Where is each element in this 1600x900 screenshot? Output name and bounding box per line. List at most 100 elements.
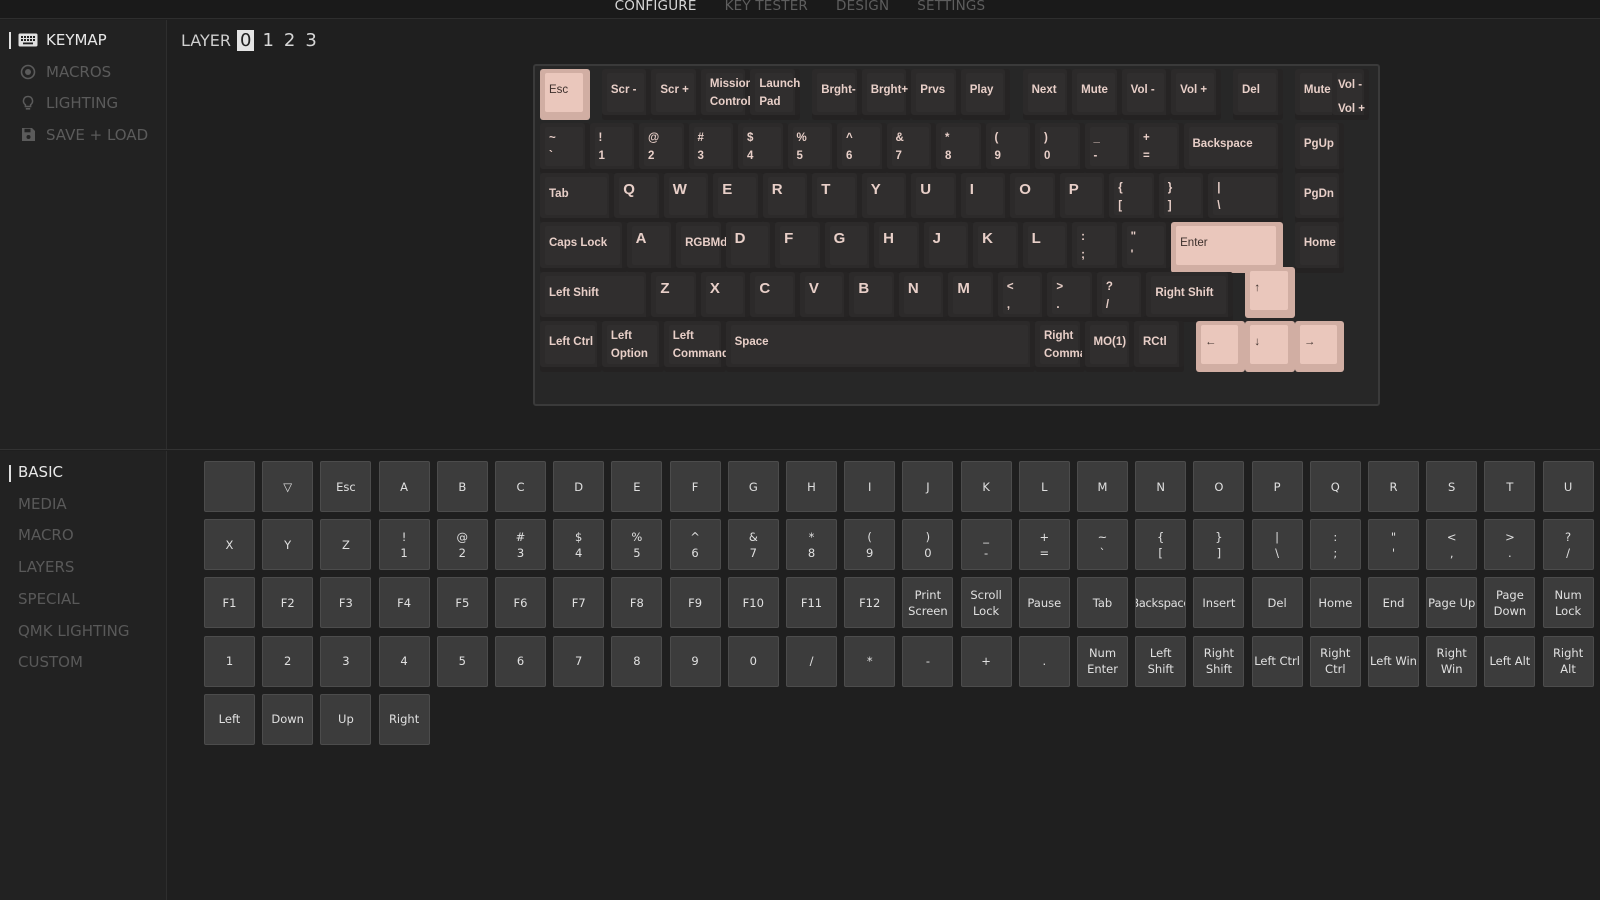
- keyboard-key[interactable]: W: [663, 172, 714, 224]
- keycode-button[interactable]: Right Shift: [1193, 635, 1245, 687]
- keyboard-key[interactable]: ^ 6: [837, 123, 887, 174]
- keyboard-key[interactable]: P: [1059, 172, 1110, 224]
- keycode-button[interactable]: " ': [1368, 519, 1419, 571]
- keyboard-key[interactable]: _ -: [1084, 123, 1134, 174]
- keycode-button[interactable]: B: [436, 461, 488, 512]
- layer-3-button[interactable]: 3: [303, 30, 318, 51]
- keyboard-key[interactable]: PgUp: [1294, 123, 1345, 174]
- keycode-button[interactable]: : ;: [1309, 519, 1361, 571]
- keyboard-key[interactable]: O: [1010, 172, 1060, 224]
- tab-design[interactable]: DESIGN: [836, 0, 889, 18]
- keycode-button[interactable]: 7: [553, 635, 605, 687]
- keycode-button[interactable]: Z: [320, 519, 372, 571]
- keyboard-key[interactable]: Space: [725, 321, 1035, 372]
- keycode-button[interactable]: I: [844, 461, 896, 512]
- layer-0-button[interactable]: 0: [236, 30, 255, 51]
- keyboard-key[interactable]: Next: [1022, 69, 1073, 120]
- keycode-button[interactable]: } ]: [1193, 519, 1245, 571]
- keyboard-key[interactable]: ↓: [1245, 321, 1295, 372]
- keycode-button[interactable]: Q: [1309, 461, 1361, 512]
- keyboard-key[interactable]: : ;: [1072, 222, 1122, 273]
- sidebar-item-macros[interactable]: MACROS: [18, 63, 111, 81]
- category-custom[interactable]: CUSTOM: [18, 653, 83, 671]
- keyboard-key[interactable]: & 7: [886, 123, 936, 174]
- keycode-button[interactable]: A: [378, 461, 430, 512]
- keyboard-key[interactable]: Scr -: [601, 69, 652, 120]
- keycode-button[interactable]: Left Shift: [1135, 635, 1187, 687]
- tab-key-tester[interactable]: KEY TESTER: [725, 0, 808, 18]
- keyboard-key[interactable]: + =: [1134, 123, 1184, 174]
- keycode-button[interactable]: 0: [727, 635, 779, 687]
- category-macro[interactable]: MACRO: [18, 526, 74, 544]
- keycode-button[interactable]: Page Up: [1426, 577, 1478, 629]
- keyboard-key[interactable]: R: [762, 172, 813, 224]
- keycode-button[interactable]: Down: [262, 693, 314, 745]
- keycode-button[interactable]: ! 1: [378, 519, 430, 571]
- keyboard-key[interactable]: Brght-: [812, 69, 862, 120]
- keycode-button[interactable]: H: [786, 461, 837, 512]
- keycode-button[interactable]: Left: [204, 693, 255, 745]
- tab-configure[interactable]: CONFIGURE: [615, 0, 697, 18]
- keyboard-key[interactable]: Backspace: [1183, 123, 1283, 174]
- keyboard-key[interactable]: Left Ctrl: [540, 321, 602, 372]
- keycode-button[interactable]: F11: [786, 577, 837, 629]
- layer-2-button[interactable]: 2: [282, 30, 297, 51]
- sidebar-item-lighting[interactable]: LIGHTING: [18, 94, 118, 112]
- keycode-button[interactable]: End: [1368, 577, 1419, 629]
- category-layers[interactable]: LAYERS: [18, 558, 74, 576]
- keyboard-key[interactable]: % 5: [787, 123, 837, 174]
- keyboard-key[interactable]: PgDn: [1294, 172, 1345, 224]
- keycode-button[interactable]: G: [727, 461, 779, 512]
- keycode-button[interactable]: F5: [436, 577, 488, 629]
- keyboard-key[interactable]: Del: [1233, 69, 1283, 120]
- keyboard-key[interactable]: A: [626, 222, 677, 273]
- category-special[interactable]: SPECIAL: [18, 590, 80, 608]
- keycode-button[interactable]: -: [902, 635, 954, 687]
- keyboard-key[interactable]: Home: [1294, 222, 1345, 273]
- keycode-button[interactable]: + =: [1018, 519, 1070, 571]
- keycode-button[interactable]: F7: [553, 577, 605, 629]
- keycode-button[interactable]: E: [611, 461, 663, 512]
- keycode-button[interactable]: < ,: [1426, 519, 1478, 571]
- keycode-button[interactable]: # 3: [495, 519, 546, 571]
- keycode-button[interactable]: J: [902, 461, 954, 512]
- keycode-button[interactable]: Up: [320, 693, 372, 745]
- keyboard-key[interactable]: D: [725, 222, 776, 273]
- keycode-button[interactable]: Right Ctrl: [1309, 635, 1361, 687]
- keyboard-key[interactable]: Enter: [1171, 222, 1283, 273]
- keyboard-key[interactable]: Prvs: [911, 69, 961, 120]
- keyboard-key[interactable]: Launch Pad: [750, 69, 800, 120]
- keyboard-key[interactable]: C: [750, 271, 800, 323]
- keycode-button[interactable]: N: [1135, 461, 1187, 512]
- keycode-button[interactable]: C: [495, 461, 546, 512]
- keycode-button[interactable]: ) 0: [902, 519, 954, 571]
- keycode-button[interactable]: Right Alt: [1542, 635, 1594, 687]
- keyboard-key[interactable]: E: [713, 172, 763, 224]
- keycode-button[interactable]: *: [844, 635, 896, 687]
- keycode-button[interactable]: Backspace: [1135, 577, 1187, 629]
- sidebar-item-save-load[interactable]: SAVE + LOAD: [18, 126, 148, 144]
- keyboard-key[interactable]: Left Option: [601, 321, 664, 372]
- keycode-button[interactable]: F12: [844, 577, 896, 629]
- keycode-button[interactable]: Esc: [320, 461, 372, 512]
- keycode-button[interactable]: ^ 6: [669, 519, 721, 571]
- keycode-button[interactable]: /: [786, 635, 837, 687]
- keycode-button[interactable]: U: [1542, 461, 1594, 512]
- keyboard-key[interactable]: Z: [651, 271, 701, 323]
- keycode-button[interactable]: Insert: [1193, 577, 1245, 629]
- keyboard-key[interactable]: ) 0: [1035, 123, 1085, 174]
- keyboard-key[interactable]: L: [1022, 222, 1073, 273]
- keyboard-key[interactable]: Vol +: [1171, 69, 1221, 120]
- keyboard-key[interactable]: Brght+: [861, 69, 912, 120]
- tab-settings[interactable]: SETTINGS: [917, 0, 985, 18]
- keyboard-key[interactable]: I: [960, 172, 1011, 224]
- keycode-button[interactable]: [204, 461, 255, 512]
- keyboard-key[interactable]: | \: [1208, 172, 1283, 224]
- keyboard-key[interactable]: Right Shift: [1146, 271, 1233, 323]
- keyboard-key[interactable]: Y: [861, 172, 912, 224]
- keycode-button[interactable]: F9: [669, 577, 721, 629]
- keyboard-key[interactable]: MO(1): [1084, 321, 1134, 372]
- keyboard-key[interactable]: > .: [1047, 271, 1097, 323]
- keyboard-key[interactable]: Caps Lock: [540, 222, 627, 273]
- keycode-button[interactable]: % 5: [611, 519, 663, 571]
